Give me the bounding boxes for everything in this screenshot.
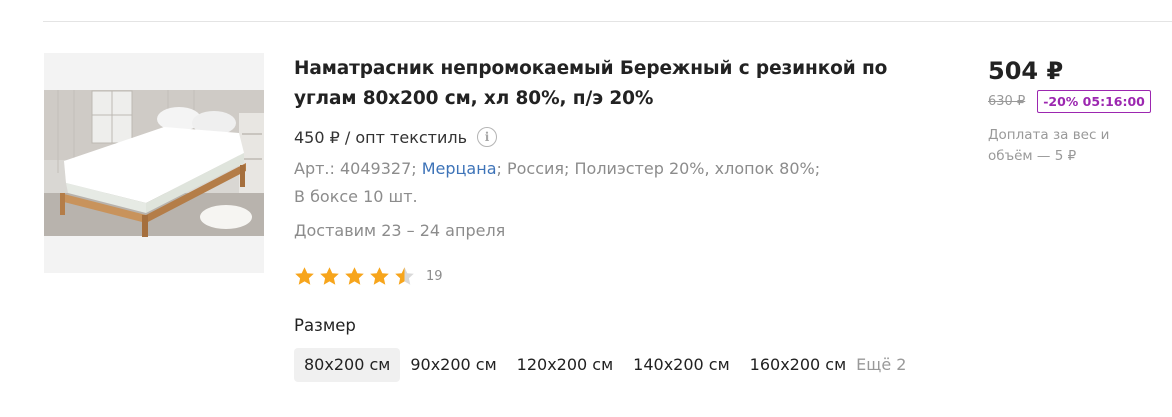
more-sizes-link[interactable]: Ещё 2 <box>856 348 916 382</box>
size-options: 80х200 см 90х200 см 120х200 см 140х200 см 16… <box>294 348 934 382</box>
star-icon <box>320 266 339 285</box>
rating[interactable]: 19 <box>294 265 934 287</box>
size-option[interactable]: 80х200 см <box>294 348 401 382</box>
product-title[interactable]: Наматрасник непромокаемый Бережный с рез… <box>294 54 894 114</box>
article-number: Арт.: 4049327; <box>294 159 417 178</box>
product-meta: Арт.: 4049327; Мерцана; Россия; Полиэсте… <box>294 155 854 211</box>
old-price: 630 ₽ <box>988 93 1026 109</box>
weight-surcharge: Доплата за вес и объём — 5 ₽ <box>988 127 1110 164</box>
size-option[interactable]: 140х200 см <box>623 348 740 382</box>
sale-timer-badge: -20% 05:16:00 <box>1037 89 1151 113</box>
box-quantity: В боксе 10 шт. <box>294 187 418 206</box>
rating-stars <box>294 266 419 287</box>
size-option[interactable]: 120х200 см <box>507 348 624 382</box>
size-label: Размер <box>294 316 356 335</box>
size-option[interactable]: 90х200 см <box>400 348 506 382</box>
rating-count: 19 <box>426 268 443 284</box>
star-icon <box>295 266 314 285</box>
product-photo <box>44 53 264 273</box>
top-divider <box>43 21 1172 22</box>
info-icon[interactable]: i <box>477 127 498 147</box>
size-option[interactable]: 160х200 см <box>740 348 857 382</box>
price-per-unit-text: 450 ₽ / опт текстиль <box>294 127 468 147</box>
star-icon <box>395 266 414 285</box>
product-attributes: ; Россия; Полиэстер 20%, хлопок 80%; <box>496 159 821 178</box>
brand-link[interactable]: Мерцана <box>422 159 497 178</box>
star-icon <box>345 266 364 285</box>
price-block: 504 ₽ 630 ₽ -20% 05:16:00 Доплата за вес… <box>988 56 1168 167</box>
product-info: Наматрасник непромокаемый Бережный с рез… <box>294 54 934 382</box>
discount-row: 630 ₽ -20% 05:16:00 <box>988 89 1168 113</box>
delivery-date: Доставим 23 – 24 апреля <box>294 221 506 240</box>
price-per-unit: 450 ₽ / опт текстиль i <box>294 125 934 149</box>
product-image[interactable] <box>44 53 264 273</box>
current-price: 504 ₽ <box>988 57 1064 85</box>
star-icon <box>370 266 389 285</box>
